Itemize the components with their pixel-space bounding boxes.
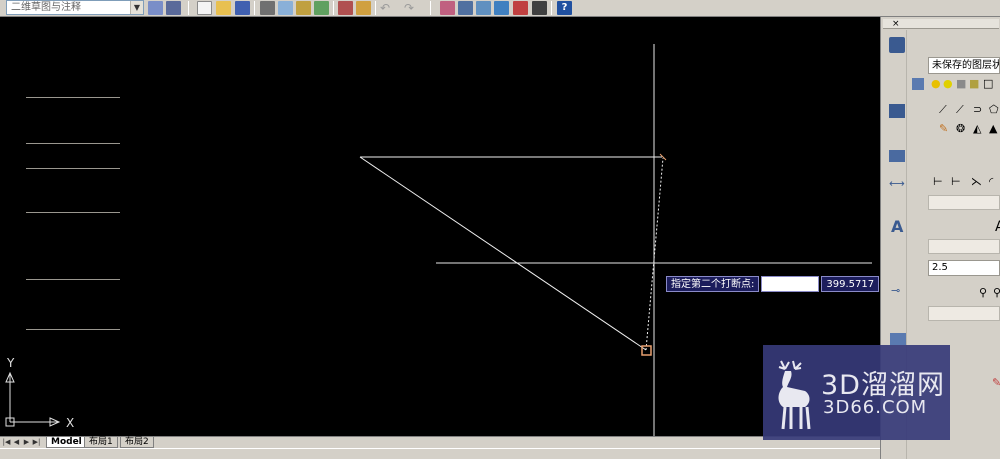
dimension-panel-icon[interactable]: ⟷ [889, 178, 905, 190]
layer-swatch-icon[interactable]: □ [983, 78, 993, 90]
ucs-x-label: X [66, 416, 74, 430]
toolbar-separator [430, 1, 431, 15]
sun-icon[interactable]: ● [943, 78, 953, 90]
tab-layout1[interactable]: 布局1 [84, 437, 118, 448]
drawing-canvas[interactable]: Y X 指定第二个打断点: 399.5717 [0, 17, 880, 436]
help-icon[interactable]: ? [557, 1, 572, 15]
chevron-down-icon[interactable]: ▼ [130, 1, 143, 14]
angular-dim-icon[interactable]: ⋋ [971, 176, 982, 188]
point-icon[interactable]: ▲ [989, 123, 997, 135]
match-properties-icon[interactable] [356, 1, 371, 15]
sheet-set-icon[interactable] [513, 1, 528, 15]
add-leader-icon[interactable]: ⚲ [993, 287, 1000, 299]
triangle-hypotenuse[interactable] [359, 156, 647, 351]
toolbar-separator [254, 1, 255, 15]
polygon-icon[interactable]: ⬠ [989, 104, 999, 116]
last-tab-icon[interactable]: ▶| [32, 438, 41, 447]
dynamic-input-distance: 399.5717 [821, 276, 880, 292]
text-style-glyph[interactable]: A [995, 220, 1000, 234]
redo-icon[interactable]: ↷ [404, 1, 419, 15]
tab-layout2[interactable]: 布局2 [120, 437, 154, 448]
properties-icon[interactable] [458, 1, 473, 15]
modify-panel-icon[interactable] [889, 150, 905, 162]
modify-panel [26, 143, 120, 168]
workspace-settings-icon[interactable] [148, 1, 163, 15]
standard-toolbar: 二维草图与注释 ▼ ↶ ↷ ? [0, 0, 1000, 17]
drawing-svg: Y X [5, 44, 872, 436]
toolbar-separator [375, 1, 376, 15]
cut-icon[interactable] [338, 1, 353, 15]
layers-panel-icon[interactable] [889, 37, 905, 53]
design-center-icon[interactable] [476, 1, 491, 15]
watermark: 3D溜溜网 3D66.COM [763, 345, 950, 440]
endpoint-snap-marker [641, 345, 652, 356]
text-style-field[interactable] [928, 239, 1000, 254]
save-icon[interactable] [235, 1, 250, 15]
radius-dim-icon[interactable]: ◜ [989, 176, 993, 188]
layer-manager-icon[interactable] [912, 78, 924, 90]
text-panel-icon[interactable]: A [891, 219, 903, 235]
workspace-value: 二维草图与注释 [11, 2, 81, 13]
print-icon[interactable] [260, 1, 275, 15]
palette-close-icon[interactable]: × [892, 19, 900, 29]
toolbar-separator [188, 1, 189, 15]
palette-extra-icon[interactable]: ✎ [992, 377, 1000, 389]
undo-icon[interactable]: ↶ [380, 1, 395, 15]
layer-state-dropdown[interactable]: 未保存的图层状态 [928, 57, 1000, 74]
leader-panel [26, 279, 120, 329]
workspace-dropdown[interactable]: 二维草图与注释 ▼ [6, 0, 144, 15]
workspace-save-icon[interactable] [166, 1, 181, 15]
hatch-icon[interactable]: ✎ [939, 123, 948, 135]
dynamic-input-prompt: 指定第二个打断点: [666, 276, 760, 292]
text-height-field[interactable]: 2.5 [928, 260, 1000, 276]
bulb-icon[interactable]: ● [931, 78, 941, 90]
boundary-icon[interactable]: ◭ [973, 123, 981, 135]
dimension-panel [26, 168, 120, 210]
region-icon[interactable]: ❂ [956, 123, 965, 135]
tab-model[interactable]: Model [46, 437, 87, 448]
ucs-y-label: Y [6, 356, 15, 370]
layout-tab-bar: |◀ ◀ ▶ ▶| Model 布局1 布局2 [0, 436, 880, 448]
status-strip [0, 448, 1000, 459]
linear-dim-icon[interactable]: ⊢ [933, 176, 943, 188]
text-panel [26, 212, 120, 272]
leader-panel-icon[interactable]: ⊸ [891, 285, 900, 297]
aligned-dim-icon[interactable]: ⊢ [951, 176, 961, 188]
construction-line-icon[interactable]: ⟋ [956, 104, 964, 116]
draw-panel [26, 97, 120, 142]
next-tab-icon[interactable]: ▶ [22, 438, 31, 447]
deer-logo-icon [778, 360, 811, 430]
watermark-domain: 3D66.COM [823, 397, 928, 418]
plot-preview-icon[interactable] [278, 1, 293, 15]
layer-lock-icon[interactable]: ■ [956, 78, 966, 90]
multileader-icon[interactable]: ⚲ [979, 287, 987, 299]
first-tab-icon[interactable]: |◀ [2, 438, 11, 447]
dimension-style-field[interactable] [928, 195, 1000, 210]
dynamic-input-tooltip: 指定第二个打断点: 399.5717 [666, 276, 880, 292]
toolbar-separator [333, 1, 334, 15]
toolbar-separator [551, 1, 552, 15]
leader-style-field[interactable] [928, 306, 1000, 321]
pan-icon[interactable] [440, 1, 455, 15]
dynamic-input-field[interactable] [761, 276, 820, 292]
publish-icon[interactable] [296, 1, 311, 15]
table-panel-icon[interactable] [890, 333, 906, 345]
calculator-icon[interactable] [532, 1, 547, 15]
line-tool-icon[interactable]: ⟋ [939, 104, 947, 116]
publish-web-icon[interactable] [314, 1, 329, 15]
layer-color-icon[interactable]: ■ [969, 78, 979, 90]
new-file-icon[interactable] [197, 1, 212, 15]
palette-title-bar[interactable]: × [883, 19, 999, 29]
table-panel [26, 329, 120, 369]
tool-palettes-icon[interactable] [494, 1, 509, 15]
prev-tab-icon[interactable]: ◀ [12, 438, 21, 447]
polyline-icon[interactable]: ⊃ [973, 104, 982, 116]
draw-panel-icon[interactable] [889, 104, 905, 118]
open-file-icon[interactable] [216, 1, 231, 15]
